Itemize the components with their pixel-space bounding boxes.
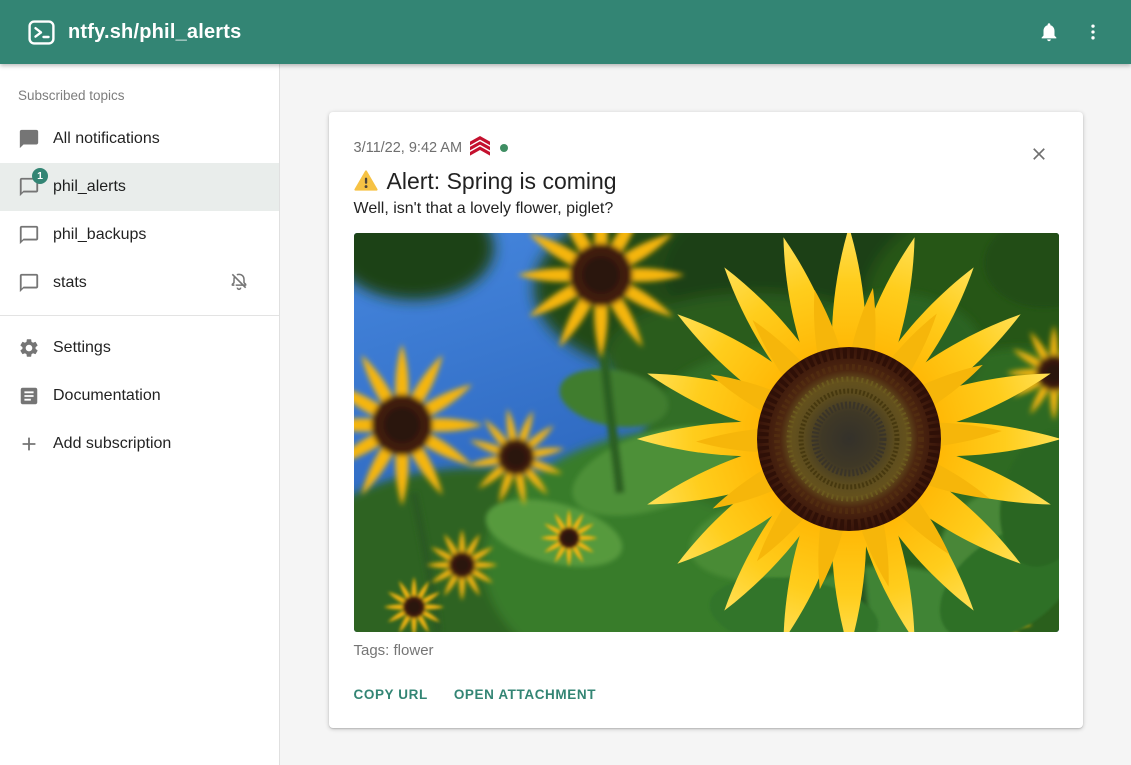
sidebar-item-phil-backups[interactable]: phil_backups [0,211,279,259]
sidebar-item-label: phil_alerts [53,178,126,196]
sidebar-item-phil-alerts[interactable]: 1 phil_alerts [0,163,279,211]
chat-bubble-outline-icon: 1 [18,176,40,198]
close-icon [1029,144,1049,164]
app-bar: ntfy.sh/phil_alerts [0,0,1131,64]
notification-card: 3/11/22, 9:42 AM [329,112,1083,728]
close-notification-button[interactable] [1021,136,1057,172]
notification-meta-row: 3/11/22, 9:42 AM [354,138,1058,158]
copy-url-button[interactable]: COPY URL [354,681,428,708]
sidebar-item-label: Settings [53,339,111,357]
sidebar: Subscribed topics All notifications 1 ph… [0,64,280,765]
notifications-muted-icon [229,271,249,296]
sidebar-item-label: All notifications [53,130,160,148]
unread-count-badge: 1 [32,168,48,184]
warning-emoji-icon [354,169,378,193]
article-icon [18,385,40,407]
notification-actions: COPY URL OPEN ATTACHMENT [354,676,1058,712]
open-attachment-button[interactable]: OPEN ATTACHMENT [454,681,596,708]
attachment-image[interactable] [354,233,1059,632]
chat-bubble-outline-icon [18,272,40,294]
kebab-menu-icon [1083,22,1103,42]
sidebar-item-all-notifications[interactable]: All notifications [0,115,279,163]
overflow-menu-button[interactable] [1071,10,1115,54]
sidebar-item-settings[interactable]: Settings [0,324,279,372]
app-title: ntfy.sh/phil_alerts [68,21,241,44]
gear-icon [18,337,40,359]
sidebar-item-add-subscription[interactable]: Add subscription [0,420,279,468]
priority-max-icon [469,136,491,161]
sidebar-divider [0,315,279,316]
chat-bubble-outline-icon [18,224,40,246]
notification-title: Alert: Spring is coming [387,166,617,196]
sidebar-item-label: Add subscription [53,435,171,453]
bell-icon [1038,21,1060,43]
notification-body: Well, isn't that a lovely flower, piglet… [354,199,1058,219]
notifications-bell-button[interactable] [1027,10,1071,54]
main-content: 3/11/22, 9:42 AM [280,64,1131,765]
notification-title-row: Alert: Spring is coming [354,166,1058,196]
chat-bubble-filled-icon [18,128,40,150]
subscribed-topics-header: Subscribed topics [0,64,279,115]
sidebar-item-documentation[interactable]: Documentation [0,372,279,420]
sidebar-item-label: phil_backups [53,226,146,244]
unread-dot-icon [500,144,508,152]
plus-icon [18,433,40,455]
ntfy-terminal-logo-icon [28,20,55,45]
sidebar-item-label: stats [53,274,87,292]
notification-tags: Tags: flower [354,642,1058,660]
notification-timestamp: 3/11/22, 9:42 AM [354,140,463,156]
sidebar-item-stats[interactable]: stats [0,259,279,307]
sidebar-item-label: Documentation [53,387,161,405]
